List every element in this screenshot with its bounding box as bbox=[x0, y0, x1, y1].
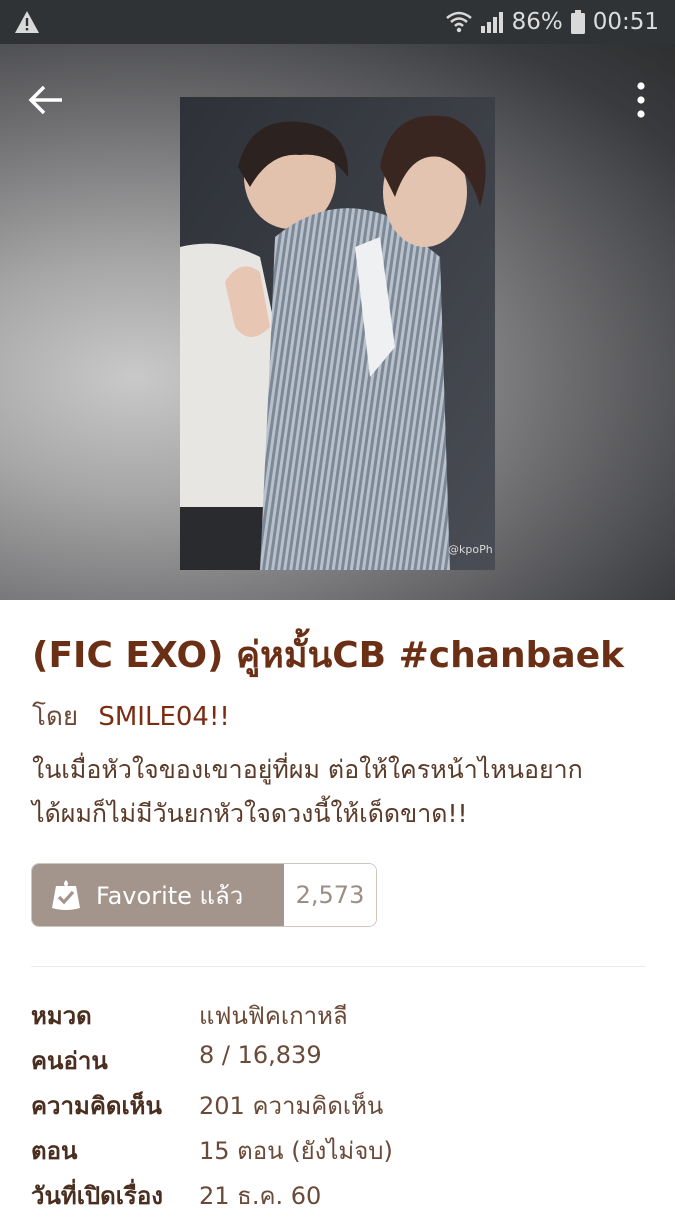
author-link[interactable]: SMILE04!! bbox=[98, 702, 229, 732]
author-line: โดย SMILE04!! bbox=[32, 696, 230, 737]
battery-percent: 86% bbox=[511, 9, 563, 35]
description-line: ในเมื่อหัวใจของเขาอยู่ที่ผม ต่อให้ใครหน้… bbox=[32, 755, 583, 784]
by-label: โดย bbox=[32, 702, 79, 732]
divider bbox=[31, 966, 645, 967]
info-value: 8 / 16,839 bbox=[199, 1041, 322, 1069]
status-bar: 86% 00:51 bbox=[0, 0, 675, 44]
info-value: แฟนฟิคเกาหลี bbox=[199, 1002, 348, 1030]
info-label: คนอ่าน bbox=[31, 1047, 108, 1075]
favorite-count: 2,573 bbox=[284, 864, 376, 926]
info-value: 15 ตอน (ยังไม่จบ) bbox=[199, 1137, 393, 1165]
story-cover-image: @kpoPh bbox=[180, 97, 495, 570]
clock: 00:51 bbox=[592, 9, 659, 35]
cover-header: @kpoPh bbox=[0, 44, 675, 600]
info-label: วันที่เปิดเรื่อง bbox=[31, 1182, 163, 1210]
favorite-label: Favorite แล้ว bbox=[96, 881, 244, 910]
cover-watermark: @kpoPh bbox=[448, 543, 493, 556]
favorite-button[interactable]: Favorite แล้ว bbox=[32, 864, 284, 926]
info-value: 201 ความคิดเห็น bbox=[199, 1092, 384, 1120]
info-label: หมวด bbox=[31, 1002, 92, 1030]
back-arrow-icon[interactable] bbox=[24, 78, 68, 122]
story-title: (FIC EXO) คู่หมั้นCB #chanbaek bbox=[32, 635, 625, 676]
warning-icon bbox=[15, 11, 39, 33]
description-line: ได้ผมก็ไม่มีวันยกหัวใจดวงนี้ให้เด็ดขาด!! bbox=[32, 799, 468, 828]
info-row-category: หมวด แฟนฟิคเกาหลี bbox=[31, 996, 651, 1036]
signal-icon bbox=[480, 12, 503, 33]
info-label: ตอน bbox=[31, 1137, 78, 1165]
info-row-start-date: วันที่เปิดเรื่อง 21 ธ.ค. 60 bbox=[31, 1176, 651, 1216]
info-row-chapters: ตอน 15 ตอน (ยังไม่จบ) bbox=[31, 1131, 651, 1171]
info-row-comments: ความคิดเห็น 201 ความคิดเห็น bbox=[31, 1086, 651, 1126]
battery-icon bbox=[570, 10, 585, 34]
wifi-icon bbox=[445, 11, 472, 33]
info-label: ความคิดเห็น bbox=[31, 1092, 162, 1120]
info-row-readers: คนอ่าน 8 / 16,839 bbox=[31, 1041, 651, 1081]
more-options-icon[interactable] bbox=[629, 78, 653, 122]
favorite-control: Favorite แล้ว 2,573 bbox=[31, 863, 377, 927]
story-description: ในเมื่อหัวใจของเขาอยู่ที่ผม ต่อให้ใครหน้… bbox=[32, 748, 652, 836]
bookmark-check-icon bbox=[52, 880, 80, 910]
info-value: 21 ธ.ค. 60 bbox=[199, 1182, 322, 1210]
